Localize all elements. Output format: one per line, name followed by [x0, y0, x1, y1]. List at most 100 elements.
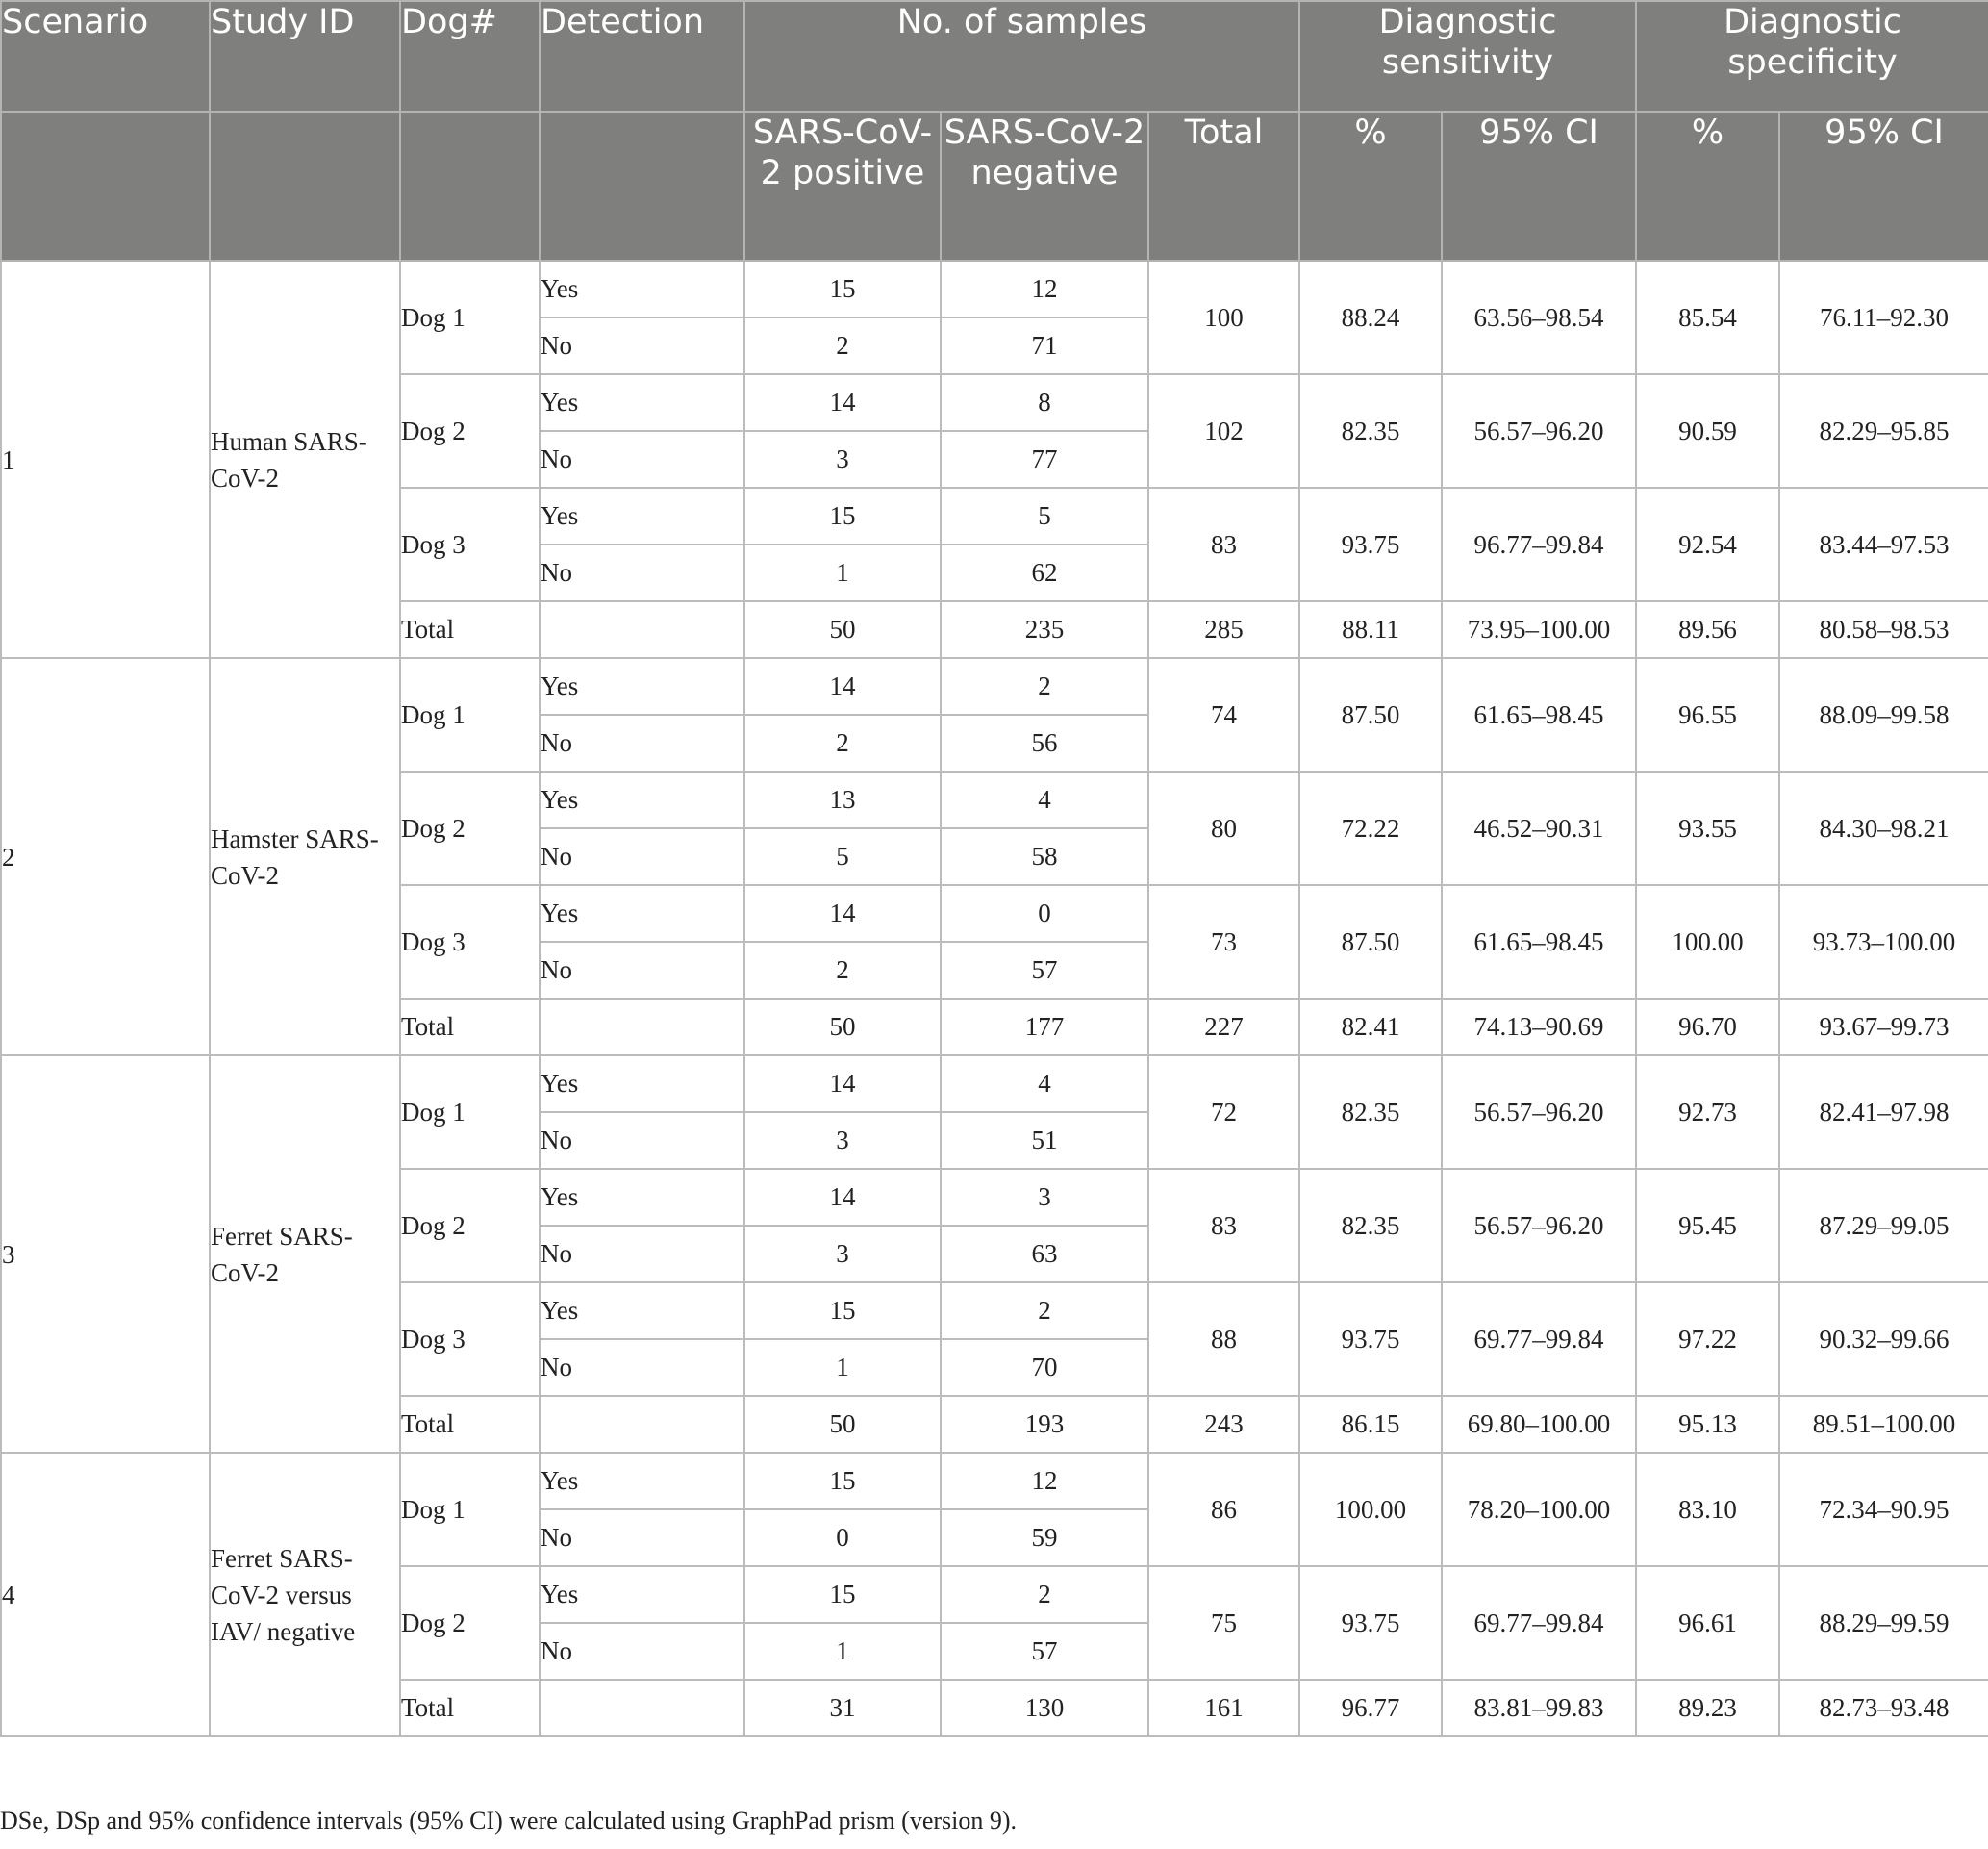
cell-dog: Dog 1 [399, 657, 541, 773]
cell-detection: No [539, 430, 745, 489]
header-dsp: Diagnostic specificity [1635, 0, 1988, 113]
cell-negative: 77 [940, 430, 1149, 489]
cell-dsp-ci: 93.67–99.73 [1778, 998, 1988, 1056]
cell-detection: Yes [539, 884, 745, 943]
cell-detection: Yes [539, 487, 745, 545]
cell-dse-ci: 83.81–99.83 [1441, 1679, 1638, 1737]
cell-dsp-ci: 89.51–100.00 [1778, 1395, 1988, 1454]
cell-negative: 5 [940, 487, 1149, 545]
cell-scenario: 4 [0, 1452, 211, 1737]
cell-positive: 3 [743, 430, 942, 489]
cell-positive: 14 [743, 884, 942, 943]
cell-dse-pct: 87.50 [1298, 884, 1444, 1000]
cell-detection: Yes [539, 657, 745, 716]
table-footnote: DSe, DSp and 95% confidence intervals (9… [0, 1807, 1018, 1835]
cell-total: 285 [1146, 600, 1301, 659]
cell-positive: 14 [743, 373, 942, 432]
cell-detection [539, 1679, 745, 1737]
cell-detection: No [539, 317, 745, 375]
cell-negative: 2 [940, 1281, 1149, 1340]
cell-positive: 14 [743, 1168, 942, 1227]
cell-dsp-pct: 96.70 [1635, 998, 1781, 1056]
cell-dse-pct: 82.35 [1298, 373, 1444, 489]
subheader-empty [539, 111, 745, 262]
subheader-dse-pct: % [1298, 111, 1444, 262]
cell-positive: 3 [743, 1111, 942, 1170]
table-row: 2 Hamster SARS-CoV-2 Dog 1 Yes 14 2 74 87.50 61.… [0, 657, 1988, 1056]
cell-dse-ci: 56.57–96.20 [1441, 1054, 1638, 1170]
cell-total: 86 [1146, 1452, 1301, 1567]
cell-positive: 1 [743, 544, 942, 602]
header-no-samples: No. of samples [742, 0, 1301, 113]
cell-dse-pct: 96.77 [1298, 1679, 1444, 1737]
cell-negative: 0 [940, 884, 1149, 943]
table-body: 1 Human SARS-CoV-2 Dog 1 Yes 15 12 100 88.24 63.… [0, 260, 1988, 1737]
cell-dsp-ci: 82.29–95.85 [1778, 373, 1988, 489]
cell-dsp-ci: 84.30–98.21 [1778, 771, 1988, 886]
subheader-dse-ci: 95% CI [1441, 111, 1638, 262]
cell-study-id: Ferret SARS-CoV-2 versus IAV/ negative [209, 1452, 401, 1737]
cell-dse-pct: 86.15 [1298, 1395, 1444, 1454]
cell-negative: 2 [940, 1565, 1149, 1624]
cell-study-id: Ferret SARS-CoV-2 [209, 1054, 401, 1454]
cell-total: 83 [1146, 1168, 1301, 1283]
cell-dog: Dog 2 [399, 771, 541, 886]
cell-detection: Yes [539, 1452, 745, 1510]
cell-dsp-pct: 90.59 [1635, 373, 1781, 489]
cell-negative: 71 [940, 317, 1149, 375]
cell-dsp-pct: 97.22 [1635, 1281, 1781, 1397]
cell-total: 100 [1146, 260, 1301, 375]
cell-detection: No [539, 544, 745, 602]
cell-positive: 13 [743, 771, 942, 829]
cell-detection: Yes [539, 1565, 745, 1624]
cell-positive: 50 [743, 1395, 942, 1454]
cell-detection: No [539, 1338, 745, 1397]
cell-dse-pct: 93.75 [1298, 1281, 1444, 1397]
cell-dsp-ci: 88.09–99.58 [1778, 657, 1988, 773]
cell-dog: Dog 3 [399, 487, 541, 602]
cell-detection [539, 998, 745, 1056]
cell-dse-pct: 93.75 [1298, 487, 1444, 602]
cell-negative: 57 [940, 941, 1149, 1000]
cell-dse-ci: 78.20–100.00 [1441, 1452, 1638, 1567]
cell-detection [539, 600, 745, 659]
cell-positive: 14 [743, 657, 942, 716]
cell-negative: 58 [940, 827, 1149, 886]
cell-positive: 50 [743, 998, 942, 1056]
cell-negative: 62 [940, 544, 1149, 602]
cell-dsp-ci: 76.11–92.30 [1778, 260, 1988, 375]
cell-dsp-pct: 92.54 [1635, 487, 1781, 602]
cell-dse-pct: 100.00 [1298, 1452, 1444, 1567]
cell-dse-ci: 69.80–100.00 [1441, 1395, 1638, 1454]
cell-detection: No [539, 827, 745, 886]
cell-dog: Dog 1 [399, 1054, 541, 1170]
cell-total: 75 [1146, 1565, 1301, 1681]
cell-total: 80 [1146, 771, 1301, 886]
cell-positive: 2 [743, 941, 942, 1000]
cell-dsp-ci: 83.44–97.53 [1778, 487, 1988, 602]
cell-negative: 70 [940, 1338, 1149, 1397]
subheader-empty [209, 111, 401, 262]
header-dse: Diagnostic sensitivity [1298, 0, 1638, 113]
subheader-positive: SARS-CoV-2 positive [743, 111, 942, 262]
cell-total: 74 [1146, 657, 1301, 773]
results-table: Scenario Study ID Dog# Detection No. of … [0, 0, 1988, 1737]
cell-total: 161 [1146, 1679, 1301, 1737]
header-study-id: Study ID [209, 0, 401, 113]
cell-dsp-pct: 89.56 [1635, 600, 1781, 659]
cell-positive: 15 [743, 487, 942, 545]
cell-detection: No [539, 1622, 745, 1681]
cell-dog: Dog 2 [399, 1168, 541, 1283]
cell-dse-ci: 46.52–90.31 [1441, 771, 1638, 886]
table-row: 1 Human SARS-CoV-2 Dog 1 Yes 15 12 100 88.24 63.… [0, 260, 1988, 659]
cell-positive: 15 [743, 1565, 942, 1624]
cell-negative: 193 [940, 1395, 1149, 1454]
cell-negative: 130 [940, 1679, 1149, 1737]
cell-positive: 14 [743, 1054, 942, 1113]
cell-dsp-pct: 93.55 [1635, 771, 1781, 886]
cell-total: 243 [1146, 1395, 1301, 1454]
cell-negative: 8 [940, 373, 1149, 432]
cell-detection [539, 1395, 745, 1454]
cell-total: 72 [1146, 1054, 1301, 1170]
cell-dse-pct: 93.75 [1298, 1565, 1444, 1681]
